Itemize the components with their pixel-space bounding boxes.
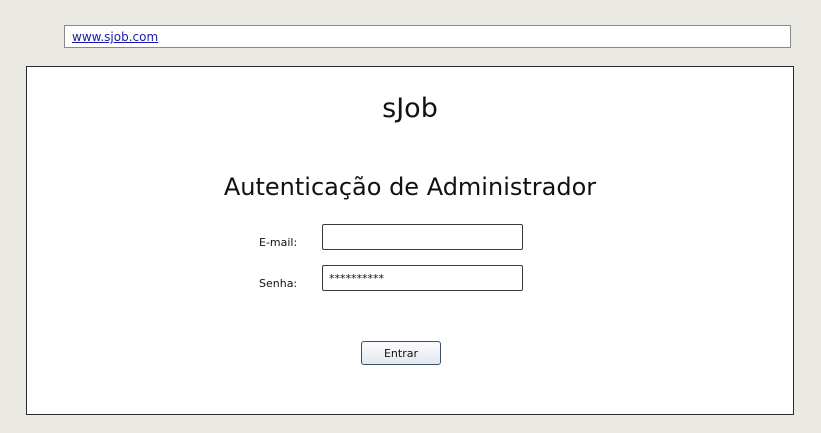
app-title: sJob [382, 93, 438, 124]
password-field[interactable] [322, 265, 523, 291]
login-panel: sJob Autenticação de Administrador E-mai… [26, 66, 794, 415]
page-heading: Autenticação de Administrador [223, 173, 597, 201]
password-label: Senha: [259, 277, 298, 290]
email-field[interactable] [322, 224, 523, 250]
submit-button[interactable]: Entrar [361, 341, 441, 365]
address-bar[interactable]: www.sjob.com [64, 25, 791, 48]
url-link[interactable]: www.sjob.com [72, 30, 158, 44]
email-label: E-mail: [259, 236, 298, 249]
